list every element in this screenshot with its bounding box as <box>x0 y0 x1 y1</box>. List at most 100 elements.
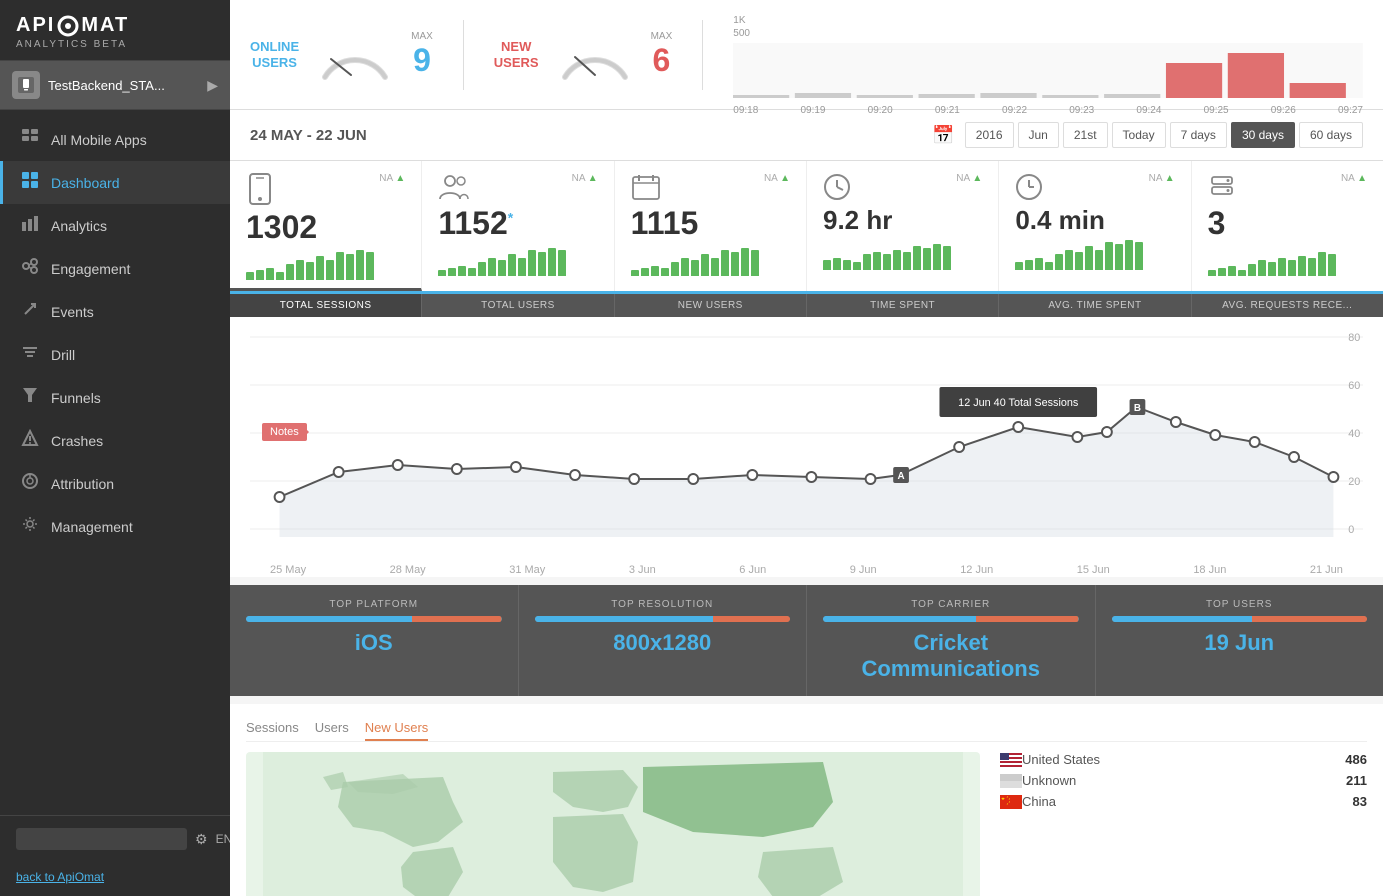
sidebar: API MAT ANALYTICS BETA TestBackend_STA..… <box>0 0 230 896</box>
svg-text:12 Jun 40 Total Sessions: 12 Jun 40 Total Sessions <box>958 397 1079 409</box>
back-link[interactable]: back to ApiOmat <box>0 862 230 896</box>
stat-resolution-bar <box>535 616 791 622</box>
sidebar-item-engagement[interactable]: Engagement <box>0 247 230 290</box>
geo-tabs: Sessions Users New Users <box>246 716 1367 742</box>
sidebar-item-events[interactable]: Events <box>0 290 230 333</box>
metric-time-spent[interactable]: NA ▲ 9.2 hr <box>807 161 999 291</box>
geo-tab-sessions[interactable]: Sessions <box>246 716 299 741</box>
metric-label-time-spent[interactable]: TIME SPENT <box>807 294 999 317</box>
app-name: TestBackend_STA... <box>48 78 207 93</box>
server-icon <box>1208 173 1236 201</box>
date-btn-30days[interactable]: 30 days <box>1231 122 1295 148</box>
main-content: ONLINEUSERS MAX 9 NEWUSERS <box>230 0 1383 896</box>
sidebar-label-events: Events <box>51 304 94 320</box>
logo-subtitle: ANALYTICS BETA <box>16 39 214 50</box>
svg-text:80: 80 <box>1348 332 1360 344</box>
metric-avg-requests[interactable]: NA ▲ 3 <box>1192 161 1383 291</box>
metric-bars-2 <box>631 246 790 276</box>
metric-label-new-users[interactable]: NEW USERS <box>615 294 807 317</box>
sidebar-item-management[interactable]: Management <box>0 505 230 548</box>
sidebar-item-all-apps[interactable]: All Mobile Apps <box>0 118 230 161</box>
drill-icon <box>19 343 41 366</box>
metric-total-users[interactable]: NA ▲ 1152* <box>422 161 614 291</box>
metric-label-avg-requests[interactable]: AVG. REQUESTS RECE... <box>1192 294 1383 317</box>
new-users-value: 6 <box>651 42 673 79</box>
date-btn-2016[interactable]: 2016 <box>965 122 1014 148</box>
online-users-value: 9 <box>411 42 433 79</box>
metric-bars-1 <box>438 246 597 276</box>
sidebar-item-funnels[interactable]: Funnels <box>0 376 230 419</box>
stat-resolution: TOP RESOLUTION 800x1280 <box>519 585 808 696</box>
sidebar-label-analytics: Analytics <box>51 218 107 234</box>
sparkline-y-labels: 1K <box>733 15 1363 26</box>
stat-platform-bar <box>246 616 502 622</box>
nav-menu: All Mobile Apps Dashboard Analytics Enga… <box>0 110 230 815</box>
sidebar-label-attribution: Attribution <box>51 476 114 492</box>
analytics-icon <box>19 214 41 237</box>
metric-new-users[interactable]: NA ▲ 1115 <box>615 161 807 291</box>
new-users-label: NEWUSERS <box>494 39 539 70</box>
sidebar-item-analytics[interactable]: Analytics <box>0 204 230 247</box>
sidebar-label-dashboard: Dashboard <box>51 175 120 191</box>
date-btn-21st[interactable]: 21st <box>1063 122 1108 148</box>
notes-tag[interactable]: Notes <box>262 423 307 441</box>
online-gauge <box>315 27 395 82</box>
sparkline-x-labels: 09:18 09:19 09:20 09:21 09:22 09:23 09:2… <box>733 105 1363 116</box>
metric-avg-time-spent[interactable]: NA ▲ 0.4 min <box>999 161 1191 291</box>
sidebar-item-dashboard[interactable]: Dashboard <box>0 161 230 204</box>
sidebar-label-all-apps: All Mobile Apps <box>51 132 147 148</box>
svg-text:60: 60 <box>1348 380 1360 392</box>
clock2-icon <box>1015 173 1043 201</box>
date-btn-today[interactable]: Today <box>1112 122 1166 148</box>
date-btn-jun[interactable]: Jun <box>1018 122 1059 148</box>
sidebar-item-drill[interactable]: Drill <box>0 333 230 376</box>
logo-text2: MAT <box>81 14 129 37</box>
svg-text:B: B <box>1134 403 1141 414</box>
sidebar-item-attribution[interactable]: Attribution <box>0 462 230 505</box>
svg-text:20: 20 <box>1348 476 1360 488</box>
stat-resolution-value: 800x1280 <box>535 630 791 656</box>
engagement-icon <box>19 257 41 280</box>
sidebar-bottom: ⚙ EN <box>0 815 230 862</box>
geo-tab-users[interactable]: Users <box>315 716 349 741</box>
metric-na-1: NA ▲ <box>572 173 598 184</box>
stat-platform-value: iOS <box>246 630 502 656</box>
metric-bars-4 <box>1015 240 1174 270</box>
sidebar-label-drill: Drill <box>51 347 75 363</box>
geo-tab-new-users[interactable]: New Users <box>365 716 429 741</box>
stat-carrier: TOP CARRIER Cricket Communications <box>807 585 1096 696</box>
metric-na-2: NA ▲ <box>764 173 790 184</box>
calendar-icon[interactable]: 📅 <box>932 125 954 146</box>
stat-platform-title: TOP PLATFORM <box>246 599 502 610</box>
stat-resolution-title: TOP RESOLUTION <box>535 599 791 610</box>
divider-1 <box>463 20 464 90</box>
stat-users-title: TOP USERS <box>1112 599 1368 610</box>
users-icon <box>438 173 470 201</box>
calendar-icon <box>631 173 661 201</box>
date-btn-60days[interactable]: 60 days <box>1299 122 1363 148</box>
metric-label-total-users[interactable]: TOTAL USERS <box>422 294 614 317</box>
new-users-group: NEWUSERS MAX 6 <box>494 27 672 82</box>
svg-text:A: A <box>898 471 905 482</box>
search-input[interactable] <box>16 828 187 850</box>
new-gauge <box>555 27 635 82</box>
online-max-label: MAX <box>411 31 433 42</box>
online-users-label: ONLINEUSERS <box>250 39 299 70</box>
metric-bars-5 <box>1208 246 1367 276</box>
count-unknown: 211 <box>1346 773 1367 788</box>
phone-icon <box>246 173 274 205</box>
stat-users-value: 19 Jun <box>1112 630 1368 656</box>
app-selector[interactable]: TestBackend_STA... ▶ <box>0 61 230 110</box>
metric-total-sessions[interactable]: NA ▲ 1302 <box>230 161 422 291</box>
events-icon <box>19 300 41 323</box>
metric-label-avg-time-spent[interactable]: AVG. TIME SPENT <box>999 294 1191 317</box>
chart-area: A B 80 60 40 20 0 12 Jun 40 Total Sessio… <box>230 317 1383 577</box>
sidebar-item-crashes[interactable]: Crashes <box>0 419 230 462</box>
metric-label-total-sessions[interactable]: TOTAL SESSIONS <box>230 294 422 317</box>
svg-text:0: 0 <box>1348 524 1354 536</box>
settings-icon[interactable]: ⚙ <box>195 831 208 848</box>
geo-section: Sessions Users New Users <box>230 704 1383 896</box>
date-btn-7days[interactable]: 7 days <box>1170 122 1227 148</box>
country-us: United States <box>1022 752 1345 767</box>
metric-na-4: NA ▲ <box>1149 173 1175 184</box>
